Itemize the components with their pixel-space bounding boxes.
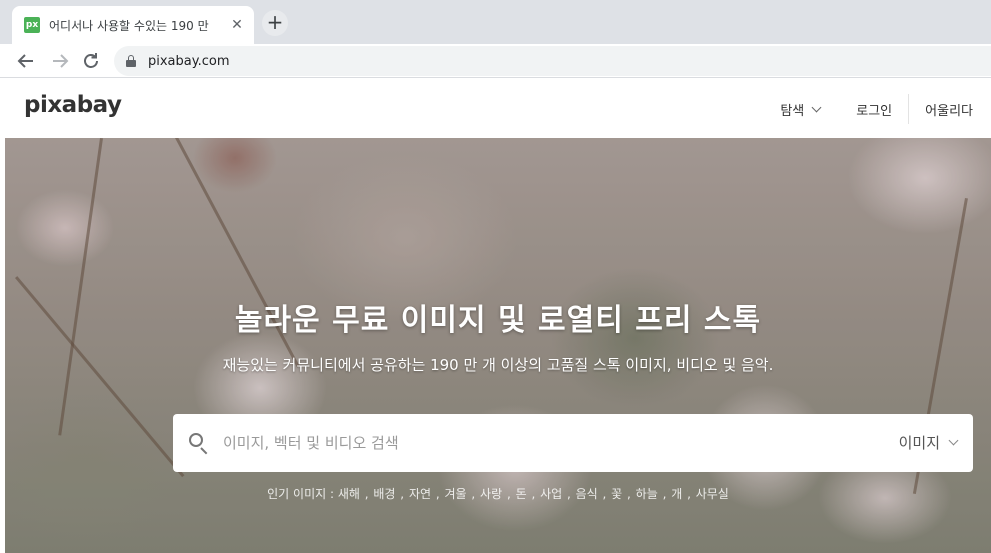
popular-tag-link[interactable]: 음식 — [576, 487, 598, 501]
tag-separator: , — [563, 487, 575, 501]
hero-content: 놀라운 무료 이미지 및 로열티 프리 스톡 재능있는 커뮤니티에서 공유하는 … — [5, 138, 991, 553]
tag-separator: , — [360, 487, 373, 501]
popular-tag-link[interactable]: 겨울 — [444, 487, 466, 501]
popular-tag-link[interactable]: 자연 — [409, 487, 431, 501]
tag-separator: , — [503, 487, 515, 501]
site-header: pixabay 탐색 로그인 어울리다 — [0, 78, 991, 138]
header-nav: 탐색 로그인 어울리다 — [764, 94, 973, 124]
tag-separator: , — [396, 487, 408, 501]
popular-tag-link[interactable]: 꽃 — [611, 487, 622, 501]
reload-icon[interactable] — [79, 49, 103, 73]
popular-tag-link[interactable]: 사업 — [540, 487, 562, 501]
hero-title: 놀라운 무료 이미지 및 로열티 프리 스톡 — [234, 303, 762, 338]
search-type-dropdown[interactable]: 이미지 — [898, 432, 959, 453]
browser-tabstrip: px 어디서나 사용할 수있는 190 만 ✕ + — [0, 0, 991, 44]
chevron-down-icon — [948, 435, 959, 446]
explore-menu[interactable]: 탐색 — [764, 100, 840, 119]
chevron-down-icon — [811, 102, 822, 112]
tag-separator: , — [432, 487, 444, 501]
tag-separator: , — [467, 487, 480, 501]
lock-icon — [126, 55, 136, 67]
close-tab-icon[interactable]: ✕ — [228, 16, 246, 34]
popular-label: 인기 이미지 : — [267, 487, 335, 501]
popular-searches: 인기 이미지 : 새해 , 배경 , 자연 , 겨울 , 사랑 , 돈 , 사업… — [5, 485, 991, 502]
search-input[interactable] — [223, 428, 863, 458]
search-icon[interactable] — [189, 433, 209, 455]
popular-tag-link[interactable]: 새해 — [338, 487, 360, 501]
url-text: pixabay.com — [148, 53, 230, 69]
tag-separator: , — [658, 487, 671, 501]
popular-tag-link[interactable]: 돈 — [516, 487, 527, 501]
popular-tag-link[interactable]: 하늘 — [636, 487, 658, 501]
tag-separator: , — [683, 487, 695, 501]
back-arrow-icon[interactable] — [14, 49, 38, 73]
hero-banner: 놀라운 무료 이미지 및 로열티 프리 스톡 재능있는 커뮤니티에서 공유하는 … — [5, 138, 991, 553]
login-link[interactable]: 로그인 — [840, 100, 908, 119]
hero-subtitle: 재능있는 커뮤니티에서 공유하는 190 만 개 이상의 고품질 스톡 이미지,… — [222, 356, 774, 374]
explore-label: 탐색 — [780, 103, 805, 119]
address-bar[interactable]: pixabay.com — [114, 46, 991, 76]
tag-separator: , — [598, 487, 611, 501]
forward-arrow-icon[interactable] — [48, 49, 72, 73]
join-link[interactable]: 어울리다 — [909, 100, 973, 119]
popular-tag-link[interactable]: 배경 — [373, 487, 395, 501]
search-bar: 이미지 — [173, 414, 973, 472]
browser-tab[interactable]: px 어디서나 사용할 수있는 190 만 ✕ — [12, 6, 254, 44]
popular-tag-link[interactable]: 개 — [671, 487, 682, 501]
popular-tag-link[interactable]: 사랑 — [480, 487, 502, 501]
search-type-label: 이미지 — [898, 434, 940, 452]
tag-separator: , — [527, 487, 540, 501]
popular-tag-link[interactable]: 사무실 — [696, 487, 729, 501]
pixabay-logo[interactable]: pixabay — [24, 92, 122, 118]
new-tab-button[interactable]: + — [262, 10, 288, 36]
popular-tags: 새해 , 배경 , 자연 , 겨울 , 사랑 , 돈 , 사업 , 음식 , 꽃… — [338, 487, 729, 501]
tab-title: 어디서나 사용할 수있는 190 만 — [49, 18, 209, 33]
browser-toolbar: pixabay.com — [0, 44, 991, 78]
pixabay-favicon-icon: px — [24, 17, 40, 33]
tag-separator: , — [623, 487, 635, 501]
